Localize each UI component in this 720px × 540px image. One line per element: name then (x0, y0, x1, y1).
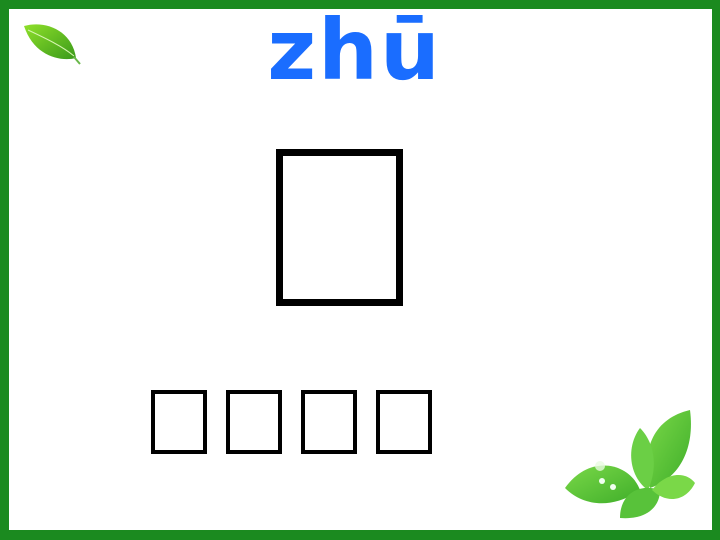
pinyin-text: zhū (267, 1, 442, 99)
word-character-4-missing-glyph (376, 390, 432, 454)
word-character-2-missing-glyph (226, 390, 282, 454)
main-character-missing-glyph (276, 149, 403, 306)
word-character-1-missing-glyph (151, 390, 207, 454)
leaf-icon (24, 24, 81, 65)
leaves-cluster-icon (565, 410, 695, 519)
word-character-3-missing-glyph (301, 390, 357, 454)
